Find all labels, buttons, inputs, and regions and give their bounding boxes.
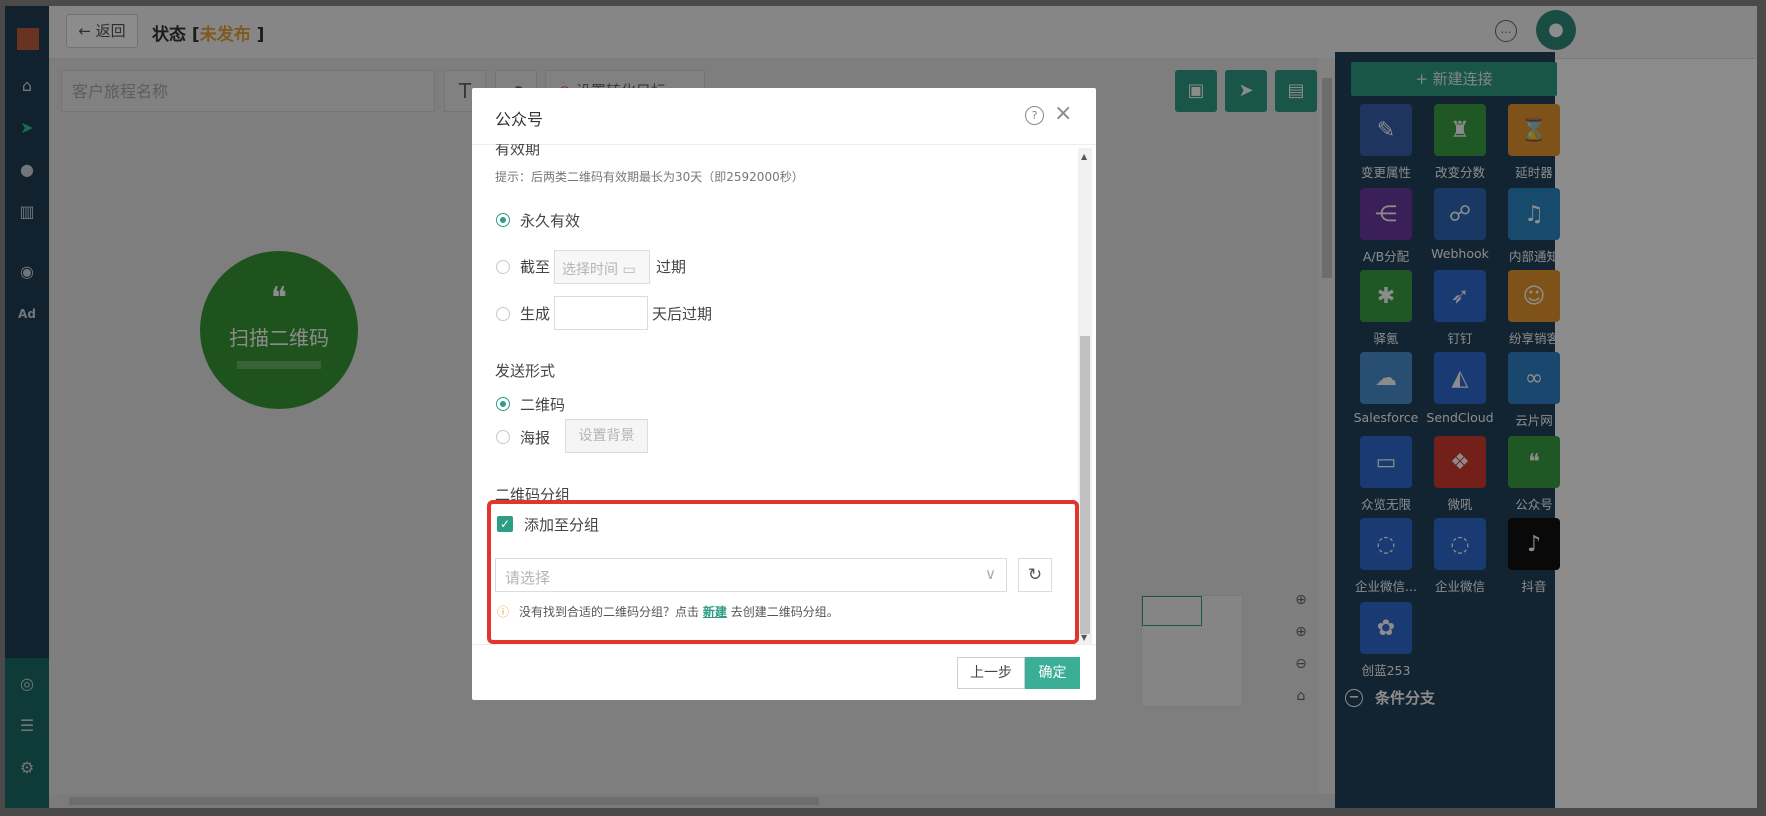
scroll-down-icon[interactable]: ▼ [1081,633,1087,642]
qrcode-label: 二维码 [520,396,566,414]
dialog-scrollbar[interactable]: ▲ ▼ [1078,148,1092,644]
window-frame: ⌂ ➤ ● ▥ ◉ Ad ◎ ☰ ⚙ ← 返回 状态 [未发布 ] … ● 客户… [0,0,1766,816]
radio-generate[interactable] [496,307,510,321]
confirm-button[interactable]: 确定 [1025,657,1080,689]
dialog-footer: 上一步 确定 [472,644,1096,700]
validity-heading: 有效期 [495,144,541,158]
select-time-input[interactable]: 选择时间 ▭ [554,250,650,284]
radio-qrcode[interactable] [496,397,510,411]
scroll-up-icon[interactable]: ▲ [1081,152,1087,161]
help-icon[interactable]: ? [1025,106,1044,125]
app-root: ⌂ ➤ ● ▥ ◉ Ad ◎ ☰ ⚙ ← 返回 状态 [未发布 ] … ● 客户… [5,6,1757,808]
highlight-box [487,500,1079,644]
calendar-icon: ▭ [622,262,636,278]
dialog-scrollbar-thumb[interactable] [1080,336,1090,634]
days-input[interactable] [554,296,648,330]
until-suffix: 过期 [656,258,687,276]
send-form-heading: 发送形式 [495,362,556,380]
validity-hint: 提示：后两类二维码有效期最长为30天（即2592000秒） [495,170,804,184]
radio-poster[interactable] [496,430,510,444]
forever-label: 永久有效 [520,212,581,230]
select-time-placeholder: 选择时间 [562,262,618,278]
close-icon[interactable]: × [1054,101,1072,126]
set-background-button[interactable]: 设置背景 [565,419,648,453]
until-prefix: 截至 [520,258,551,276]
dialog-title: 公众号 [495,110,544,129]
poster-label: 海报 [520,429,551,447]
dialog-header: 公众号 ? × [472,88,1096,145]
radio-forever[interactable] [496,213,510,227]
generate-suffix: 天后过期 [652,305,713,323]
radio-until[interactable] [496,260,510,274]
generate-prefix: 生成 [520,305,551,323]
prev-step-button[interactable]: 上一步 [957,657,1025,689]
